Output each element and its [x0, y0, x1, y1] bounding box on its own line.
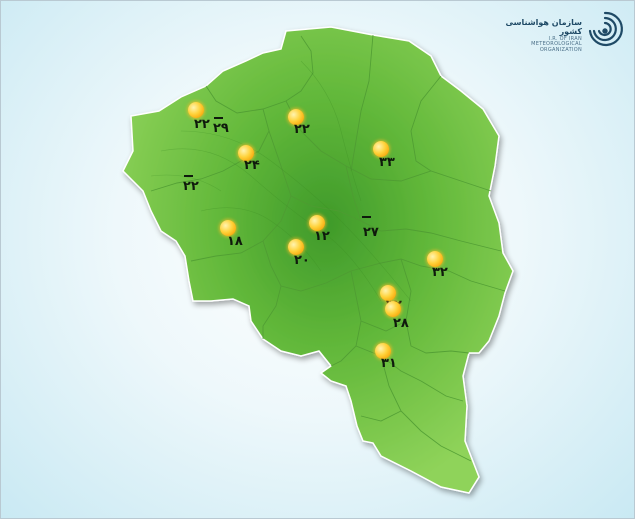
logo-name-en-3: ORGANIZATION	[539, 46, 582, 53]
sunny-icon	[385, 301, 401, 317]
temperature-label: ۲۹	[213, 121, 229, 136]
cloud-indicator-dash	[214, 117, 223, 119]
temperature-label: ۳۲	[432, 265, 448, 280]
temperature-label: ۲۲	[183, 179, 199, 194]
temperature-label: ۲۲	[294, 122, 310, 137]
temperature-label: ۳۳	[379, 155, 395, 170]
temperature-label: ۱۲	[314, 229, 330, 244]
temperature-label: ۱۸	[227, 234, 243, 249]
temperature-label: ۲۷	[363, 225, 379, 240]
temperature-label: ۲۰	[294, 253, 310, 268]
logo-name-fa: سازمان هواشناسی کشور	[505, 18, 582, 36]
province-shape	[122, 26, 514, 494]
map-frame: سازمان هواشناسی کشور I.R. OF IRAN METEOR…	[0, 0, 635, 519]
sunny-icon	[188, 102, 204, 118]
cloud-indicator-dash	[184, 175, 193, 177]
cloud-indicator-dash	[362, 216, 371, 218]
province-map	[122, 26, 514, 494]
temperature-label: ۳۱	[381, 356, 397, 371]
meteorological-organization-logo: سازمان هواشناسی کشور I.R. OF IRAN METEOR…	[494, 9, 624, 69]
temperature-label: ۲۸	[393, 316, 409, 331]
temperature-label: ۲۴	[244, 158, 260, 173]
temperature-label: ۲۲	[194, 117, 210, 132]
logo-spiral-icon	[588, 11, 623, 47]
